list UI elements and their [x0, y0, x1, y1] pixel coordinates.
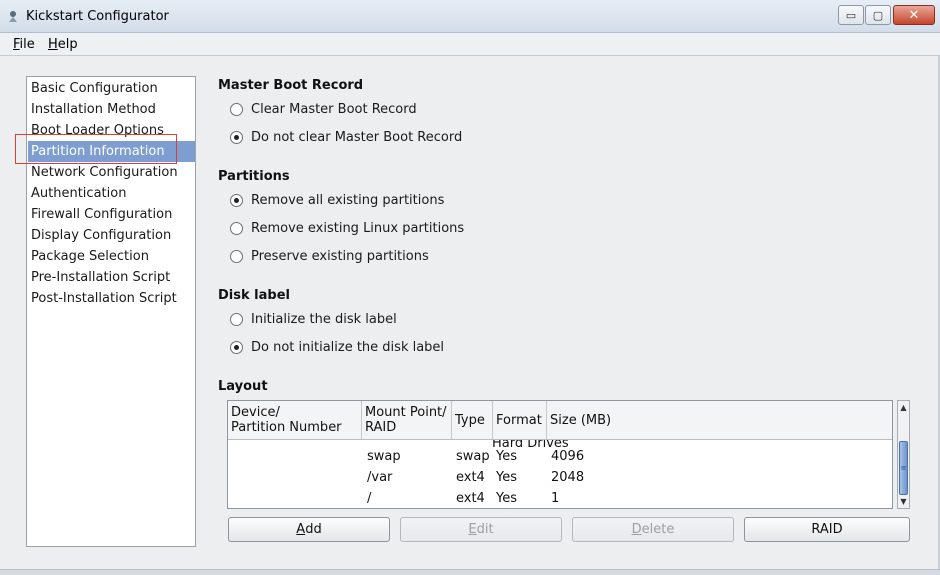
maximize-icon: ▢ [872, 8, 884, 22]
title-bar: Kickstart Configurator ▭ ▢ ✕ [0, 0, 940, 33]
row-swap-type: swap [456, 449, 490, 464]
nav-item-installation-method[interactable]: Installation Method [28, 99, 195, 120]
menu-file[interactable]: File [13, 37, 35, 52]
column-header-mount-point[interactable]: Mount Point/RAID [362, 401, 452, 439]
row-var-mount[interactable]: /var [367, 470, 392, 485]
partitions-section-title: Partitions [218, 169, 290, 184]
nav-item-package-selection[interactable]: Package Selection [28, 246, 195, 267]
nav-item-authentication[interactable]: Authentication [28, 183, 195, 204]
edit-button[interactable]: Edit [400, 517, 562, 542]
table-header: Device/Partition Number Mount Point/RAID… [228, 401, 892, 440]
add-button[interactable]: Add [228, 517, 390, 542]
radio-clear-mbr[interactable]: Clear Master Boot Record [230, 100, 417, 118]
grip-icon: ≡ [900, 464, 907, 472]
radio-icon [230, 312, 243, 326]
minimize-button[interactable]: ▭ [838, 5, 864, 25]
nav-item-basic-configuration[interactable]: Basic Configuration [28, 78, 195, 99]
column-header-format[interactable]: Format [493, 401, 547, 439]
radio-label: Clear Master Boot Record [251, 101, 417, 117]
radio-label: Do not clear Master Boot Record [251, 129, 463, 145]
close-button[interactable]: ✕ [893, 5, 935, 25]
radio-do-not-initialize-disk-label[interactable]: Do not initialize the disk label [230, 338, 444, 356]
menu-bar: File Help [0, 33, 940, 56]
radio-checked-icon [230, 193, 243, 207]
column-header-type[interactable]: Type [452, 401, 493, 439]
nav-item-display-configuration[interactable]: Display Configuration [28, 225, 195, 246]
row-root-size: 1 [551, 491, 560, 506]
radio-remove-linux-partitions[interactable]: Remove existing Linux partitions [230, 219, 464, 237]
window-bottom-edge [0, 569, 940, 575]
disklabel-section-title: Disk label [218, 288, 290, 303]
row-swap-mount[interactable]: swap [367, 449, 401, 464]
column-header-size[interactable]: Size (MB) [547, 401, 892, 439]
table-scrollbar[interactable]: ▲ ≡ ▼ [897, 400, 910, 509]
column-header-device[interactable]: Device/Partition Number [228, 401, 362, 439]
nav-item-pre-installation-script[interactable]: Pre-Installation Script [28, 267, 195, 288]
app-icon [9, 11, 17, 22]
radio-label: Remove all existing partitions [251, 192, 445, 208]
menu-help[interactable]: Help [48, 37, 78, 52]
delete-button[interactable]: Delete [572, 517, 734, 542]
maximize-button[interactable]: ▢ [865, 5, 891, 25]
radio-icon [230, 102, 243, 116]
mbr-section-title: Master Boot Record [218, 78, 364, 93]
close-icon: ✕ [908, 7, 920, 23]
radio-do-not-clear-mbr[interactable]: Do not clear Master Boot Record [230, 128, 462, 146]
row-var-format: Yes [496, 470, 517, 485]
nav-item-network-configuration[interactable]: Network Configuration [28, 162, 195, 183]
row-root-mount[interactable]: / [367, 491, 371, 506]
row-swap-size: 4096 [551, 449, 585, 464]
minimize-icon: ▭ [845, 8, 857, 22]
radio-icon [230, 221, 243, 235]
radio-label: Do not initialize the disk label [251, 339, 445, 355]
row-var-size: 2048 [551, 470, 585, 485]
nav-item-post-installation-script[interactable]: Post-Installation Script [28, 288, 195, 309]
nav-item-partition-information[interactable]: Partition Information [28, 141, 195, 162]
scrollbar-thumb[interactable]: ≡ [899, 441, 908, 495]
row-swap-format: Yes [496, 449, 517, 464]
radio-label: Initialize the disk label [251, 311, 397, 327]
partition-table[interactable]: Hard Drives Device/Partition Number Moun… [227, 400, 893, 509]
layout-section-title: Layout [218, 379, 268, 394]
row-root-format: Yes [496, 491, 517, 506]
radio-preserve-partitions[interactable]: Preserve existing partitions [230, 247, 429, 265]
category-list: Basic Configuration Installation Method … [26, 76, 196, 547]
row-root-type: ext4 [456, 491, 485, 506]
radio-checked-icon [230, 130, 243, 144]
radio-checked-icon [230, 340, 243, 354]
radio-label: Remove existing Linux partitions [251, 220, 465, 236]
radio-icon [230, 249, 243, 263]
nav-item-firewall-configuration[interactable]: Firewall Configuration [28, 204, 195, 225]
radio-label: Preserve existing partitions [251, 248, 429, 264]
scroll-down-arrow-icon[interactable]: ▼ [898, 495, 909, 508]
nav-item-boot-loader-options[interactable]: Boot Loader Options [28, 120, 195, 141]
row-var-type: ext4 [456, 470, 485, 485]
raid-button[interactable]: RAID [744, 517, 910, 542]
scroll-up-arrow-icon[interactable]: ▲ [898, 401, 909, 414]
radio-remove-all-partitions[interactable]: Remove all existing partitions [230, 191, 444, 209]
radio-initialize-disk-label[interactable]: Initialize the disk label [230, 310, 397, 328]
window-title: Kickstart Configurator [26, 9, 169, 24]
